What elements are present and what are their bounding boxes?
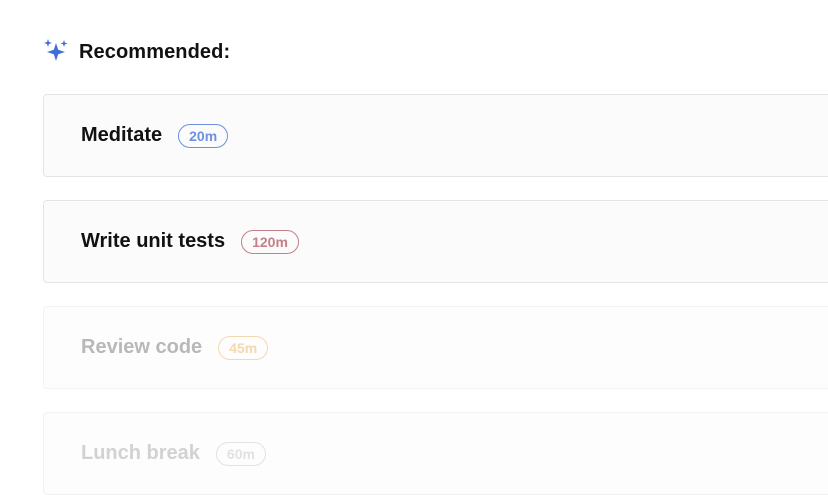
- task-card-lunch-break[interactable]: Lunch break 60m: [43, 412, 828, 495]
- duration-badge: 20m: [178, 123, 229, 148]
- task-card-review-code[interactable]: Review code 45m: [43, 306, 828, 389]
- duration-badge: 45m: [218, 335, 269, 360]
- task-title: Write unit tests: [81, 230, 226, 252]
- duration-badge: 120m: [241, 229, 299, 254]
- task-title: Review code: [81, 336, 203, 358]
- duration-badge: 60m: [215, 441, 266, 466]
- task-title: Meditate: [81, 124, 163, 146]
- recommended-header: Recommended:: [42, 38, 230, 66]
- task-card-meditate[interactable]: Meditate 20m: [43, 94, 828, 177]
- section-title: Recommended:: [79, 40, 231, 63]
- task-title: Lunch break: [81, 442, 200, 464]
- sparkles-icon: [42, 38, 70, 66]
- task-card-write-unit-tests[interactable]: Write unit tests 120m: [43, 200, 828, 283]
